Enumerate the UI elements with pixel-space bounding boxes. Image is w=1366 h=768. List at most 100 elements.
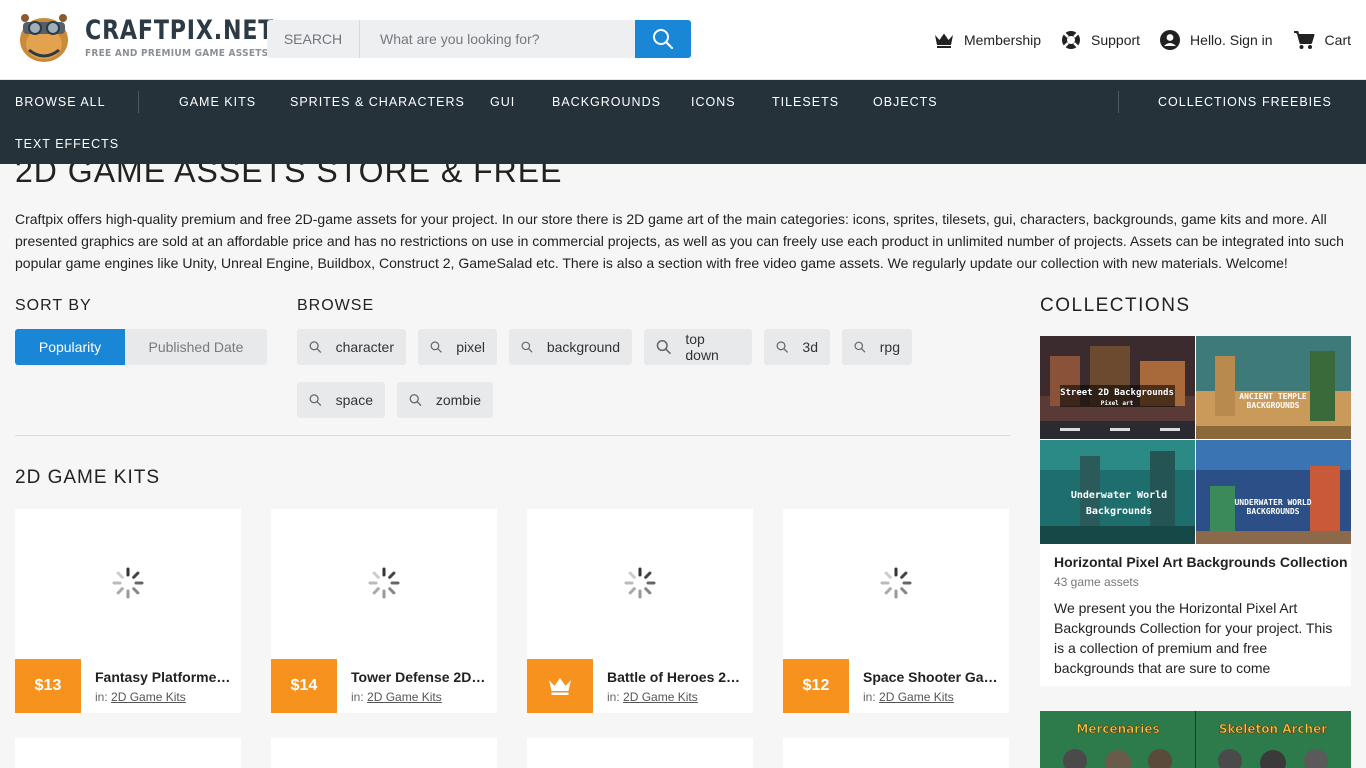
search-icon (309, 341, 322, 353)
loading-spinner-icon (368, 567, 400, 599)
tile-title: Skeleton Archer (1219, 722, 1327, 736)
nav-browse-all[interactable]: BROWSE ALL (15, 95, 106, 109)
search-icon (521, 341, 533, 353)
collection-preview-image[interactable]: Mercenaries Skeleton Archer (1040, 711, 1351, 768)
logo-tagline: FREE AND PREMIUM GAME ASSETS (85, 48, 269, 59)
logo-name: CRAFTPIX.NET (85, 15, 275, 46)
section-divider (15, 435, 1010, 436)
tag-space[interactable]: space (297, 382, 385, 418)
nav-divider (1118, 91, 1119, 113)
search-icon (776, 341, 789, 353)
cart-icon (1293, 31, 1315, 49)
tag-label: zombie (435, 392, 481, 408)
account-links: Membership Support Hello. Sign in Cart (914, 28, 1351, 52)
search-bar: SEARCH (267, 20, 691, 58)
sort-toggle: Popularity Published Date (15, 329, 267, 365)
sort-by-heading: SORT BY (15, 297, 92, 314)
browse-heading: BROWSE (297, 297, 375, 314)
sign-in-link[interactable]: Hello. Sign in (1160, 30, 1273, 50)
tag-background[interactable]: background (509, 329, 632, 365)
category-link[interactable]: 2D Game Kits (111, 690, 186, 704)
product-card[interactable] (527, 738, 753, 768)
nav-text-effects[interactable]: TEXT EFFECTS (15, 137, 119, 151)
tile-subtitle: BACKGROUNDS (1247, 507, 1300, 516)
lifebuoy-icon (1062, 31, 1080, 49)
search-icon (309, 394, 322, 406)
collection-preview-image[interactable]: Street 2D Backgrounds Pixel art ANCIENT … (1040, 336, 1351, 544)
tag-3d[interactable]: 3d (764, 329, 830, 365)
cart-link[interactable]: Cart (1293, 30, 1351, 50)
search-button[interactable] (635, 20, 691, 58)
nav-objects[interactable]: OBJECTS (873, 95, 938, 109)
nav-icons[interactable]: ICONS (691, 95, 736, 109)
tag-label: top down (685, 331, 719, 363)
tile-title: Underwater World (1071, 490, 1167, 501)
loading-spinner-icon (880, 567, 912, 599)
sort-published-date-button[interactable]: Published Date (125, 329, 267, 365)
cart-label: Cart (1324, 32, 1351, 48)
tag-label: background (546, 339, 620, 355)
nav-freebies[interactable]: FREEBIES (1262, 95, 1332, 109)
premium-badge (527, 659, 593, 713)
product-name[interactable]: Fantasy Platformer Game Kit (95, 669, 231, 685)
search-icon (854, 341, 866, 353)
product-card[interactable]: $14 Tower Defense 2D Game Kit in: 2D Gam… (271, 509, 497, 713)
product-card[interactable] (271, 738, 497, 768)
product-card[interactable] (783, 738, 1009, 768)
category-link[interactable]: 2D Game Kits (367, 690, 442, 704)
tag-pixel[interactable]: pixel (418, 329, 497, 365)
category-link[interactable]: 2D Game Kits (623, 690, 698, 704)
category-link[interactable]: 2D Game Kits (879, 690, 954, 704)
product-category: in: 2D Game Kits (607, 690, 698, 704)
site-logo[interactable]: CRAFTPIX.NET FREE AND PREMIUM GAME ASSET… (15, 10, 273, 66)
tag-label: 3d (802, 339, 818, 355)
sort-popularity-button[interactable]: Popularity (15, 329, 125, 365)
tile-subtitle: Backgrounds (1086, 506, 1152, 517)
nav-collections[interactable]: COLLECTIONS (1158, 95, 1257, 109)
search-icon (409, 394, 422, 407)
search-icon (653, 29, 674, 50)
category-nav: BROWSE ALL GAME KITS SPRITES & CHARACTER… (0, 80, 1366, 164)
product-card[interactable]: $12 Space Shooter Game Kit in: 2D Game K… (783, 509, 1009, 713)
tile-title: Street 2D Backgrounds (1060, 388, 1174, 398)
loading-spinner-icon (112, 567, 144, 599)
tag-rpg[interactable]: rpg (842, 329, 912, 365)
search-icon (430, 341, 442, 353)
product-card[interactable]: $13 Fantasy Platformer Game Kit in: 2D G… (15, 509, 241, 713)
loading-spinner-icon (624, 567, 656, 599)
search-icon (656, 339, 671, 355)
membership-link[interactable]: Membership (934, 32, 1041, 48)
tag-zombie[interactable]: zombie (397, 382, 493, 418)
collection-card[interactable]: Street 2D Backgrounds Pixel art ANCIENT … (1040, 336, 1351, 686)
product-card[interactable]: Battle of Heroes 2D Game Kit in: 2D Game… (527, 509, 753, 713)
nav-backgrounds[interactable]: BACKGROUNDS (552, 95, 661, 109)
product-category: in: 2D Game Kits (351, 690, 442, 704)
product-name[interactable]: Battle of Heroes 2D Game Kit (607, 669, 743, 685)
tag-character[interactable]: character (297, 329, 406, 365)
search-label: SEARCH (267, 20, 360, 58)
tile-title: ANCIENT TEMPLE (1239, 392, 1307, 401)
collection-card[interactable]: Mercenaries Skeleton Archer (1040, 711, 1351, 768)
tile-title: Mercenaries (1076, 722, 1159, 736)
nav-tilesets[interactable]: TILESETS (772, 95, 839, 109)
tag-label: space (335, 392, 373, 408)
user-icon (1160, 30, 1181, 50)
logo-mascot-icon (20, 14, 68, 62)
tag-label: rpg (879, 339, 900, 355)
collection-name[interactable]: Horizontal Pixel Art Backgrounds Collect… (1054, 554, 1348, 570)
tile-subtitle: Pixel art (1101, 400, 1134, 407)
tag-top-down[interactable]: top down (644, 329, 752, 365)
search-input[interactable] (361, 20, 635, 58)
product-name[interactable]: Tower Defense 2D Game Kit (351, 669, 487, 685)
product-name[interactable]: Space Shooter Game Kit (863, 669, 999, 685)
game-kits-heading: 2D GAME KITS (15, 467, 161, 488)
support-link[interactable]: Support (1061, 30, 1140, 50)
site-header: CRAFTPIX.NET FREE AND PREMIUM GAME ASSET… (0, 0, 1366, 80)
nav-divider (138, 91, 139, 113)
product-card[interactable] (15, 738, 241, 768)
nav-game-kits[interactable]: GAME KITS (179, 95, 256, 109)
crown-icon (934, 33, 953, 48)
nav-sprites-characters[interactable]: SPRITES & CHARACTERS (290, 95, 465, 109)
nav-gui[interactable]: GUI (490, 95, 515, 109)
product-category: in: 2D Game Kits (95, 690, 186, 704)
